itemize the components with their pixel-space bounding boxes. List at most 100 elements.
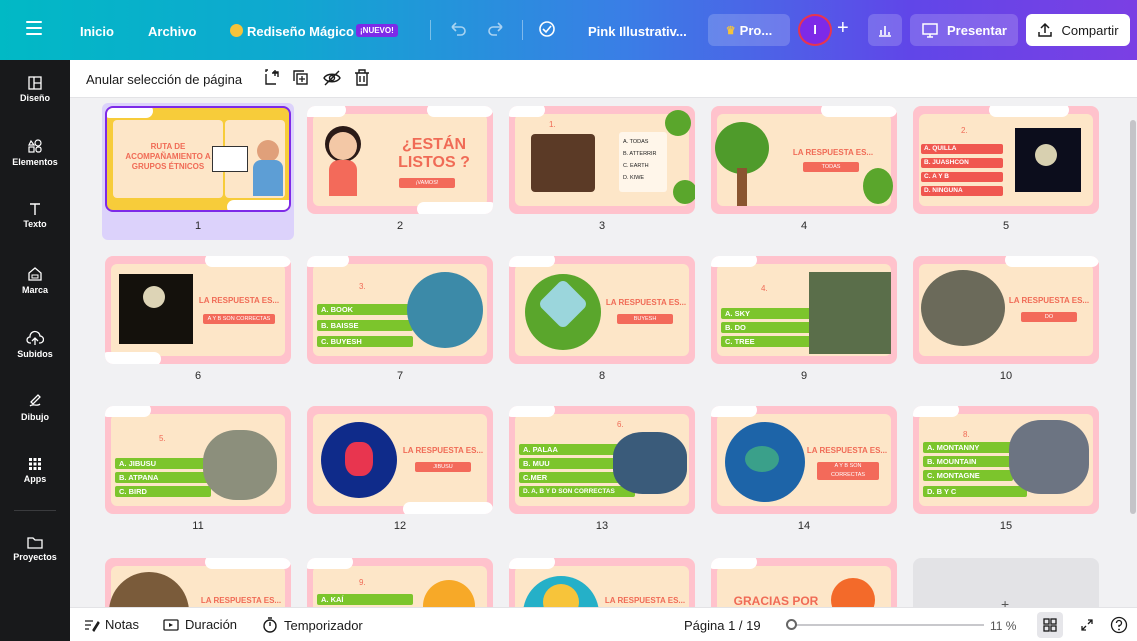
slide-title: LA RESPUESTA ES... [200, 596, 282, 605]
file-menu[interactable]: Archivo [148, 24, 196, 39]
redo-icon[interactable] [488, 22, 504, 36]
bar-chart-icon [879, 26, 891, 37]
slide-thumbnail-6[interactable]: LA RESPUESTA ES... A Y B SON CORRECTAS [105, 256, 291, 364]
vertical-scrollbar[interactable] [1129, 98, 1137, 607]
cloud-decoration [989, 106, 1069, 117]
grid-view-button[interactable] [1037, 612, 1063, 638]
zoom-slider-handle[interactable] [786, 619, 797, 630]
share-button[interactable]: Compartir [1026, 14, 1130, 46]
river-photo [809, 272, 891, 354]
sidebar-item-uploads[interactable]: Subidos [0, 330, 70, 359]
cloud-decoration [205, 558, 291, 569]
answer-option: A. JIBUSU [115, 458, 211, 469]
pro-upgrade-button[interactable]: ♛ Pro... [708, 14, 790, 46]
trash-icon[interactable] [354, 69, 370, 87]
page-indicator[interactable]: Página 1 / 19 [684, 618, 761, 633]
answer-option: D. B Y C [923, 486, 1027, 497]
teacher-illustration [257, 140, 279, 162]
slide-title: LA RESPUESTA ES... [605, 298, 687, 307]
document-title[interactable]: Pink Illustrativ... [588, 24, 687, 39]
sidebar-item-apps[interactable]: Apps [0, 457, 70, 484]
layout-icon [28, 76, 42, 90]
zoom-level[interactable]: 11 % [990, 619, 1016, 633]
add-collaborator-icon[interactable]: + [837, 17, 849, 40]
slide-thumbnail-11[interactable]: 5. A. JIBUSU B. ATPANA C. BIRD [105, 406, 291, 514]
add-page-icon[interactable] [263, 69, 281, 87]
magic-redesign-button[interactable]: Rediseño Mágico [247, 24, 354, 39]
present-button[interactable]: Presentar [910, 14, 1018, 46]
duplicate-page-icon[interactable] [292, 69, 310, 87]
sidebar-item-projects[interactable]: Proyectos [0, 535, 70, 562]
sidebar-item-elements[interactable]: Elementos [0, 138, 70, 167]
answer-option: B. BAISSE [317, 320, 413, 331]
slide-title: LA RESPUESTA ES... [806, 446, 888, 455]
answer-badge: A Y B SON CORRECTAS [203, 314, 275, 324]
cloud-decoration [307, 256, 349, 267]
page-number: 13 [595, 520, 609, 532]
cloud-decoration [205, 256, 291, 267]
cloud-saved-icon[interactable] [538, 21, 556, 37]
bush-illustration [863, 168, 893, 204]
top-bar: Inicio Archivo Rediseño Mágico ¡NUEVO! P… [0, 0, 1137, 60]
hamburger-menu-icon[interactable] [26, 21, 42, 35]
duration-icon [163, 618, 179, 631]
slide-thumbnail-5[interactable]: 2. A. QUILLA B. JUASHCON C. A Y B D. NIN… [913, 106, 1099, 214]
answer-option: B. JUASHCON [921, 158, 1003, 168]
sidebar-item-design[interactable]: Diseño [0, 76, 70, 103]
timer-button[interactable]: Temporizador [262, 617, 363, 633]
answer-option: C. BUYESH [317, 336, 413, 347]
scrollbar-thumb[interactable] [1130, 120, 1136, 514]
slide-thumbnail-16[interactable]: LA RESPUESTA ES... [105, 558, 291, 607]
slide-thumbnail-2[interactable]: ¿ESTÁN LISTOS ? ¡VAMOS! [307, 106, 493, 214]
page-number: 14 [797, 520, 811, 532]
answer-option: D. A, B Y D SON CORRECTAS [519, 486, 635, 497]
slide-thumbnail-9[interactable]: 4. A. SKY B. DO C. TREE [711, 256, 897, 364]
slide-thumbnail-12[interactable]: LA RESPUESTA ES... JIBUSU [307, 406, 493, 514]
slide-thumbnail-7[interactable]: 3. A. BOOK B. BAISSE C. BUYESH [307, 256, 493, 364]
answer-badge: TODAS [803, 162, 859, 172]
deselect-pages-button[interactable]: Anular selección de página [86, 72, 242, 87]
page-number: 3 [598, 220, 606, 232]
slide-thumbnail-1[interactable]: RUTA DE ACOMPAÑAMIENTO A GRUPOS ÉTNICOS [105, 106, 291, 212]
slide-thumbnail-8[interactable]: LA RESPUESTA ES... BUYESH [509, 256, 695, 364]
answer-option: A. KAÍ [317, 594, 413, 605]
slide-thumbnail-19[interactable]: GRACIAS POR [711, 558, 897, 607]
fullscreen-icon[interactable] [1080, 618, 1094, 632]
sidebar-item-text[interactable]: Texto [0, 202, 70, 229]
magic-crown-icon [230, 24, 243, 37]
answer-option: C. A Y B [921, 172, 1003, 182]
present-icon [922, 23, 938, 38]
page-number: 12 [393, 520, 407, 532]
slide-thumbnail-4[interactable]: LA RESPUESTA ES... TODAS [711, 106, 897, 214]
undo-icon[interactable] [450, 22, 466, 36]
slide-thumbnail-17[interactable]: 9. A. KAÍ [307, 558, 493, 607]
notes-button[interactable]: Notas [84, 617, 139, 632]
slide-thumbnail-18[interactable]: LA RESPUESTA ES... [509, 558, 695, 607]
help-icon[interactable] [1110, 616, 1128, 634]
cloud-decoration [427, 106, 493, 117]
user-avatar[interactable]: I [798, 14, 832, 46]
answer-badge: A Y B SON CORRECTAS [817, 462, 879, 480]
cloud-decoration [227, 200, 289, 210]
slide-thumbnail-13[interactable]: 6. A. PALAA B. MUU C.MER D. A, B Y D SON… [509, 406, 695, 514]
add-page-placeholder[interactable]: + [913, 558, 1099, 607]
slide-thumbnail-10[interactable]: LA RESPUESTA ES... DO [913, 256, 1099, 364]
slide-thumbnail-15[interactable]: 8. A. MONTANNY B. MOUNTAIN C. MONTAGNE D… [913, 406, 1099, 514]
slide-thumbnail-3[interactable]: 1. A. TODAS B. ATTERRIR C. EARTH D. KIWE [509, 106, 695, 214]
hide-page-icon[interactable] [323, 69, 341, 87]
answer-option: B. DO [721, 322, 811, 333]
cloud-decoration [509, 558, 555, 569]
brand-icon [28, 267, 42, 281]
duration-button[interactable]: Duración [163, 617, 237, 632]
slide-thumbnail-14[interactable]: LA RESPUESTA ES... A Y B SON CORRECTAS [711, 406, 897, 514]
home-menu[interactable]: Inicio [80, 24, 114, 39]
sidebar-item-draw[interactable]: Dibujo [0, 393, 70, 422]
slide-title: LA RESPUESTA ES... [198, 296, 280, 305]
sidebar-item-brand[interactable]: Marca [0, 266, 70, 295]
zoom-slider[interactable] [788, 624, 984, 626]
slide-title: RUTA DE ACOMPAÑAMIENTO A GRUPOS ÉTNICOS [125, 142, 211, 171]
bird-body [345, 442, 373, 476]
answer-option: A. QUILLA [921, 144, 1003, 154]
analytics-button[interactable] [868, 14, 902, 46]
folder-icon [27, 537, 43, 549]
